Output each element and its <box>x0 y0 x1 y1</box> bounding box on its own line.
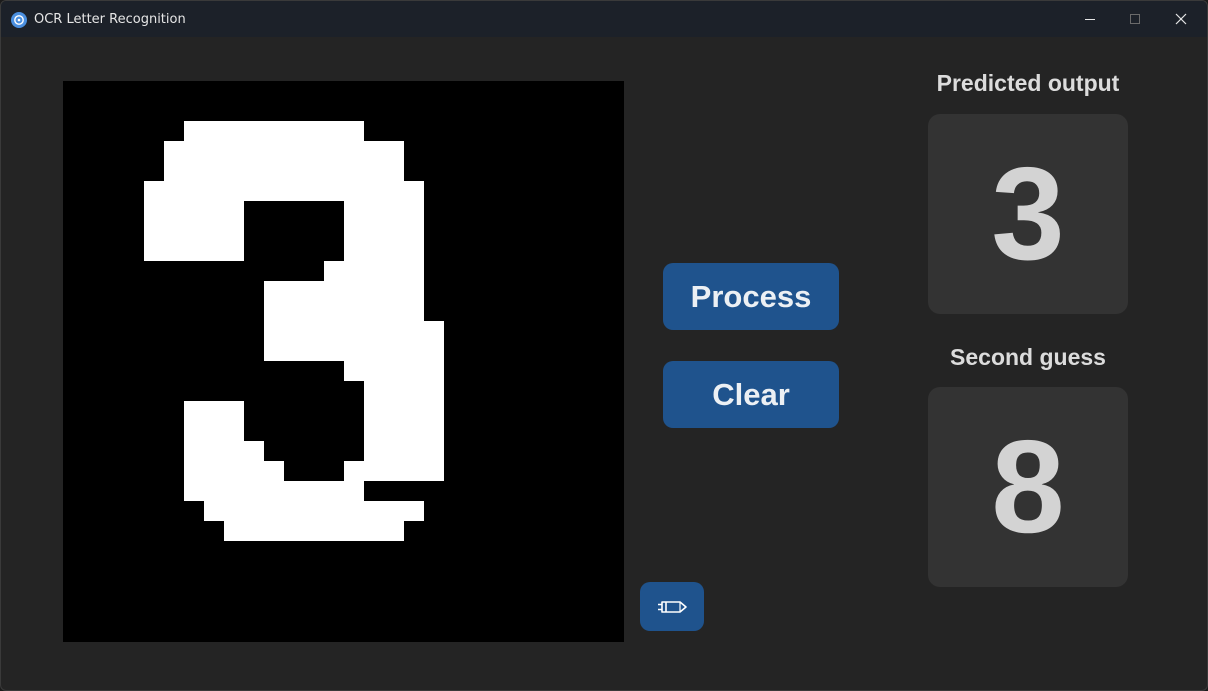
minimize-icon <box>1085 19 1095 20</box>
predicted-output-value: 3 <box>928 114 1128 314</box>
pencil-button[interactable] <box>640 582 704 631</box>
clear-button[interactable]: Clear <box>663 361 839 428</box>
predicted-output-label: Predicted output <box>936 70 1120 96</box>
maximize-button[interactable] <box>1112 1 1158 37</box>
title-bar[interactable]: OCR Letter Recognition <box>1 1 1207 37</box>
app-icon <box>11 12 27 28</box>
minimize-button[interactable] <box>1067 1 1113 37</box>
second-guess-value: 8 <box>928 387 1128 587</box>
drawing-canvas[interactable] <box>63 81 624 642</box>
pencil-icon <box>658 601 687 613</box>
process-button[interactable]: Process <box>663 263 839 330</box>
window-title: OCR Letter Recognition <box>34 12 186 27</box>
drawn-digit-three <box>144 121 444 541</box>
close-icon <box>1175 13 1187 25</box>
close-button[interactable] <box>1158 1 1204 37</box>
app-window: OCR Letter Recognition Process Clear Pre… <box>0 0 1208 691</box>
maximize-icon <box>1130 14 1140 24</box>
second-guess-label: Second guess <box>950 344 1106 370</box>
